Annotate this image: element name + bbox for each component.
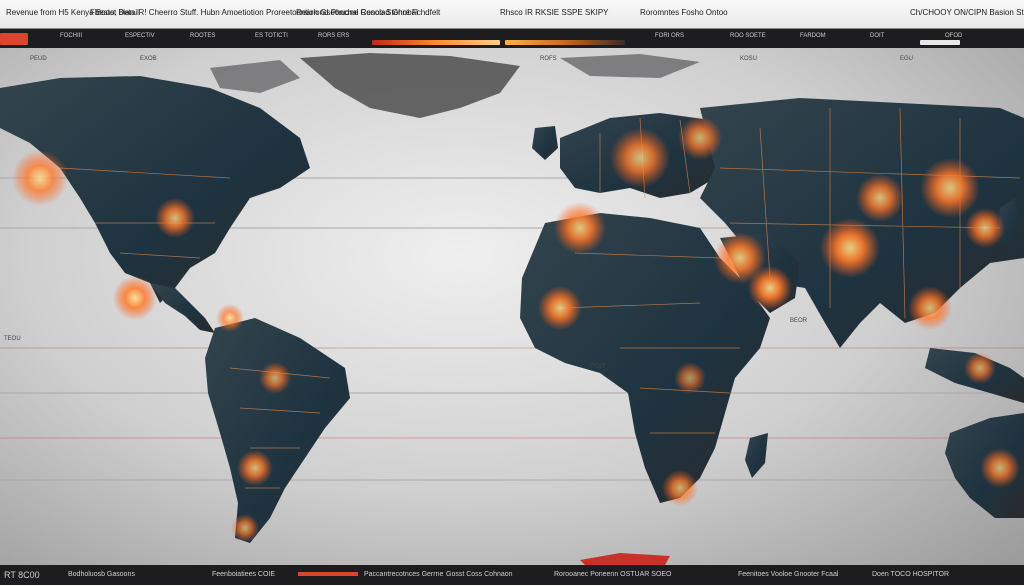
column-label[interactable]: DOIT xyxy=(870,33,884,39)
map-label: FIOIT xyxy=(590,364,606,370)
status-item[interactable]: Feenitoes Vooloe Gnooter Fcaal xyxy=(738,571,838,578)
scope-label[interactable]: Ch/CHOOY ON/CIPN Basion Stoohes xyxy=(910,8,1024,17)
status-progress-bar xyxy=(298,572,358,576)
map-label: PEUD xyxy=(30,56,47,62)
column-label[interactable]: ROO SOETE xyxy=(730,33,766,39)
map-label: BEOR xyxy=(790,318,808,324)
heat-legend-bar xyxy=(372,40,500,45)
filter-label[interactable]: Roromntes Fosho Ontoo xyxy=(640,8,728,17)
top-toolbar: Revenue from H5 Kenya Boost Detail Fbest… xyxy=(0,0,1024,48)
column-label[interactable]: ES TOTICTI xyxy=(255,33,288,39)
central-america-landmass xyxy=(150,283,215,333)
map-label: EGU xyxy=(900,56,914,62)
map-viewport[interactable]: PEUD EXOB ROFS KOSU EGU TEOU BEOR FIOIT xyxy=(0,48,1024,565)
column-label[interactable]: ESPECTIV xyxy=(125,33,155,39)
world-map[interactable] xyxy=(0,48,1024,565)
status-item[interactable]: Rorooanec Poneenn OSTUAR SOEO xyxy=(554,571,672,578)
legend-swatch xyxy=(0,33,28,45)
south-america-landmass xyxy=(205,318,350,543)
status-item[interactable]: Doen TOCO HOSPITOR xyxy=(872,571,949,578)
antarctica-edge xyxy=(580,553,670,565)
madagascar xyxy=(745,433,768,478)
report-title: Rearlond Phuone Conclad Ghobal xyxy=(296,8,418,17)
summary-label: Rhsco IR RKSIE SSPE SKIPY xyxy=(500,8,609,17)
column-label[interactable]: ROOTES xyxy=(190,33,215,39)
column-label[interactable]: FORI ORS xyxy=(655,33,684,39)
status-value: RT 8C00 xyxy=(4,570,40,580)
column-label[interactable]: RORS ERS xyxy=(318,33,349,39)
map-label: TEOU xyxy=(4,336,21,342)
map-label: EXOB xyxy=(140,56,157,62)
map-label: ROFS xyxy=(540,56,557,62)
status-item[interactable]: Feenboiatiees COIE xyxy=(212,571,275,578)
column-label[interactable]: OFOD xyxy=(945,33,962,39)
british-isles xyxy=(532,126,558,160)
column-label[interactable]: FOCHIII xyxy=(60,33,82,39)
status-item[interactable]: Paccantrecotnces Gerrne xyxy=(364,571,443,578)
heat-legend-bar xyxy=(505,40,625,45)
status-item[interactable]: Bodholuosb Gasoons xyxy=(68,571,135,578)
greenland-landmass xyxy=(300,53,520,118)
status-bar: RT 8C00 Bodholuosb Gasoons Feenboiatiees… xyxy=(0,565,1024,585)
title-bar: Revenue from H5 Kenya Boost Detail Fbest… xyxy=(0,0,1024,29)
map-label: KOSU xyxy=(740,56,758,62)
status-item[interactable]: Gosst Coss Cohnaon xyxy=(446,571,513,578)
column-label[interactable]: FARDOM xyxy=(800,33,826,39)
scale-indicator xyxy=(920,40,960,45)
